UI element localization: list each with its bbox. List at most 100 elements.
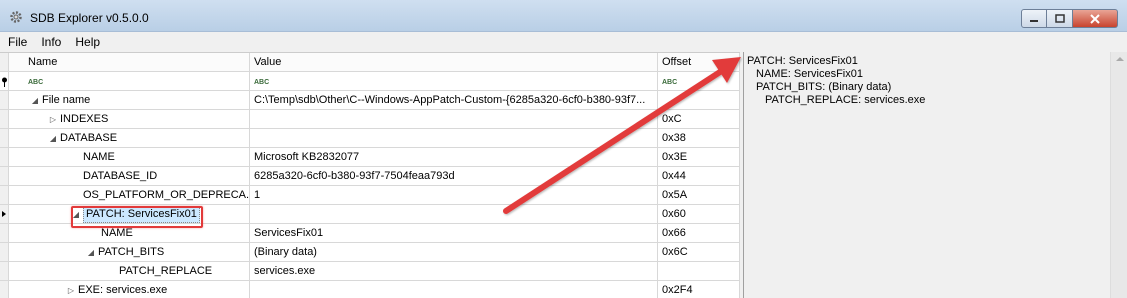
value-cell: 1 <box>250 186 658 205</box>
offset-cell: 0x60 <box>658 205 740 224</box>
node-label: NAME <box>83 151 115 163</box>
header-corner <box>0 53 9 72</box>
value-cell: C:\Temp\sdb\Other\C--Windows-AppPatch-Cu… <box>250 91 658 110</box>
vertical-scrollbar[interactable] <box>1110 52 1127 298</box>
text-filter-icon: ABC <box>28 79 44 86</box>
table-row[interactable]: PATCH_REPLACE services.exe <box>0 262 740 281</box>
maximize-button[interactable] <box>1047 9 1073 28</box>
pin-icon <box>1 75 8 90</box>
table-row[interactable]: OS_PLATFORM_OR_DEPRECA... 1 0x5A <box>0 186 740 205</box>
row-header <box>0 262 9 281</box>
maximize-icon <box>1054 14 1065 23</box>
node-label: EXE: services.exe <box>78 284 168 296</box>
node-label: DATABASE_ID <box>83 170 158 182</box>
collapsed-arrow-icon[interactable]: ▷ <box>46 111 60 128</box>
scroll-up-icon[interactable] <box>1116 57 1124 61</box>
offset-cell: 0x66 <box>658 224 740 243</box>
minimize-icon <box>1030 19 1038 22</box>
minimize-button[interactable] <box>1021 9 1047 28</box>
current-row-icon <box>2 211 6 217</box>
table-row[interactable]: ▷ EXE: services.exe 0x2F4 <box>0 281 740 298</box>
offset-cell: 0x6C <box>658 243 740 262</box>
filter-name-field[interactable]: ABC <box>9 72 250 91</box>
table-row[interactable]: ◢ PATCH_BITS (Binary data) 0x6C <box>0 243 740 262</box>
expanded-arrow-icon[interactable]: ◢ <box>46 130 60 147</box>
close-button[interactable] <box>1073 9 1118 28</box>
close-icon <box>1090 13 1100 24</box>
row-header <box>0 110 9 129</box>
row-header <box>0 205 9 224</box>
offset-cell <box>658 262 740 281</box>
value-cell <box>250 110 658 129</box>
row-header <box>0 243 9 262</box>
table-row[interactable]: DATABASE_ID 6285a320-6cf0-b380-93f7-7504… <box>0 167 740 186</box>
row-header <box>0 91 9 110</box>
filter-row: ABC ABC ABC <box>0 72 740 91</box>
tree-grid[interactable]: Name Value Offset ABC ABC ABC ◢ File name… <box>0 52 740 298</box>
node-label: DATABASE <box>60 132 118 144</box>
offset-cell: 0xC <box>658 110 740 129</box>
value-cell: ServicesFix01 <box>250 224 658 243</box>
row-header <box>0 129 9 148</box>
row-header <box>0 224 9 243</box>
highlight-box <box>71 206 203 228</box>
value-cell: 6285a320-6cf0-b380-93f7-7504feaa793d <box>250 167 658 186</box>
text-filter-icon: ABC <box>662 79 678 86</box>
name-cell: ▷ INDEXES <box>9 110 250 129</box>
detail-line: PATCH_BITS: (Binary data) <box>756 81 892 93</box>
offset-cell <box>658 91 740 110</box>
detail-line: PATCH: ServicesFix01 <box>747 55 858 67</box>
menu-help[interactable]: Help <box>69 32 106 52</box>
detail-line: NAME: ServicesFix01 <box>756 68 863 80</box>
node-label: File name <box>42 94 91 106</box>
collapsed-arrow-icon[interactable]: ▷ <box>64 282 78 298</box>
detail-line: PATCH_REPLACE: services.exe <box>765 94 926 106</box>
table-row[interactable]: ▷ INDEXES 0xC <box>0 110 740 129</box>
column-header-name[interactable]: Name <box>9 53 250 72</box>
table-row[interactable]: ◢ File name C:\Temp\sdb\Other\C--Windows-… <box>0 91 740 110</box>
filter-row-header <box>0 72 9 91</box>
row-header <box>0 167 9 186</box>
detail-pane: PATCH: ServicesFix01 NAME: ServicesFix01… <box>743 52 1127 298</box>
window-title: SDB Explorer v0.5.0.0 <box>30 11 149 25</box>
menu-bar: File Info Help <box>0 32 1127 52</box>
text-filter-icon: ABC <box>254 79 270 86</box>
menu-file[interactable]: File <box>2 32 33 52</box>
window-controls <box>1021 9 1118 28</box>
menu-info[interactable]: Info <box>35 32 67 52</box>
node-label: PATCH_BITS <box>98 246 165 258</box>
row-header <box>0 186 9 205</box>
expanded-arrow-icon[interactable]: ◢ <box>84 244 98 261</box>
name-cell: ◢ DATABASE <box>9 129 250 148</box>
expanded-arrow-icon[interactable]: ◢ <box>28 92 42 109</box>
filter-offset-field[interactable]: ABC <box>658 72 740 91</box>
offset-cell: 0x2F4 <box>658 281 740 298</box>
filter-value-field[interactable]: ABC <box>250 72 658 91</box>
column-header-value[interactable]: Value <box>250 53 658 72</box>
name-cell: NAME <box>9 148 250 167</box>
node-label: OS_PLATFORM_OR_DEPRECA... <box>83 189 250 201</box>
table-row[interactable]: NAME Microsoft KB2832077 0x3E <box>0 148 740 167</box>
name-cell: OS_PLATFORM_OR_DEPRECA... <box>9 186 250 205</box>
node-label: INDEXES <box>60 113 109 125</box>
gear-icon[interactable] <box>9 10 23 24</box>
value-cell: services.exe <box>250 262 658 281</box>
offset-cell: 0x3E <box>658 148 740 167</box>
column-header-offset[interactable]: Offset <box>658 53 740 72</box>
offset-cell: 0x38 <box>658 129 740 148</box>
name-cell: ▷ EXE: services.exe <box>9 281 250 298</box>
grid-header: Name Value Offset <box>0 53 740 72</box>
value-cell <box>250 129 658 148</box>
row-header <box>0 148 9 167</box>
value-cell <box>250 205 658 224</box>
offset-cell: 0x5A <box>658 186 740 205</box>
name-cell: ◢ File name <box>9 91 250 110</box>
name-cell: ◢ PATCH_BITS <box>9 243 250 262</box>
name-cell: PATCH_REPLACE <box>9 262 250 281</box>
value-cell: Microsoft KB2832077 <box>250 148 658 167</box>
offset-cell: 0x44 <box>658 167 740 186</box>
name-cell: DATABASE_ID <box>9 167 250 186</box>
value-cell: (Binary data) <box>250 243 658 262</box>
table-row[interactable]: ◢ DATABASE 0x38 <box>0 129 740 148</box>
row-header <box>0 281 9 298</box>
